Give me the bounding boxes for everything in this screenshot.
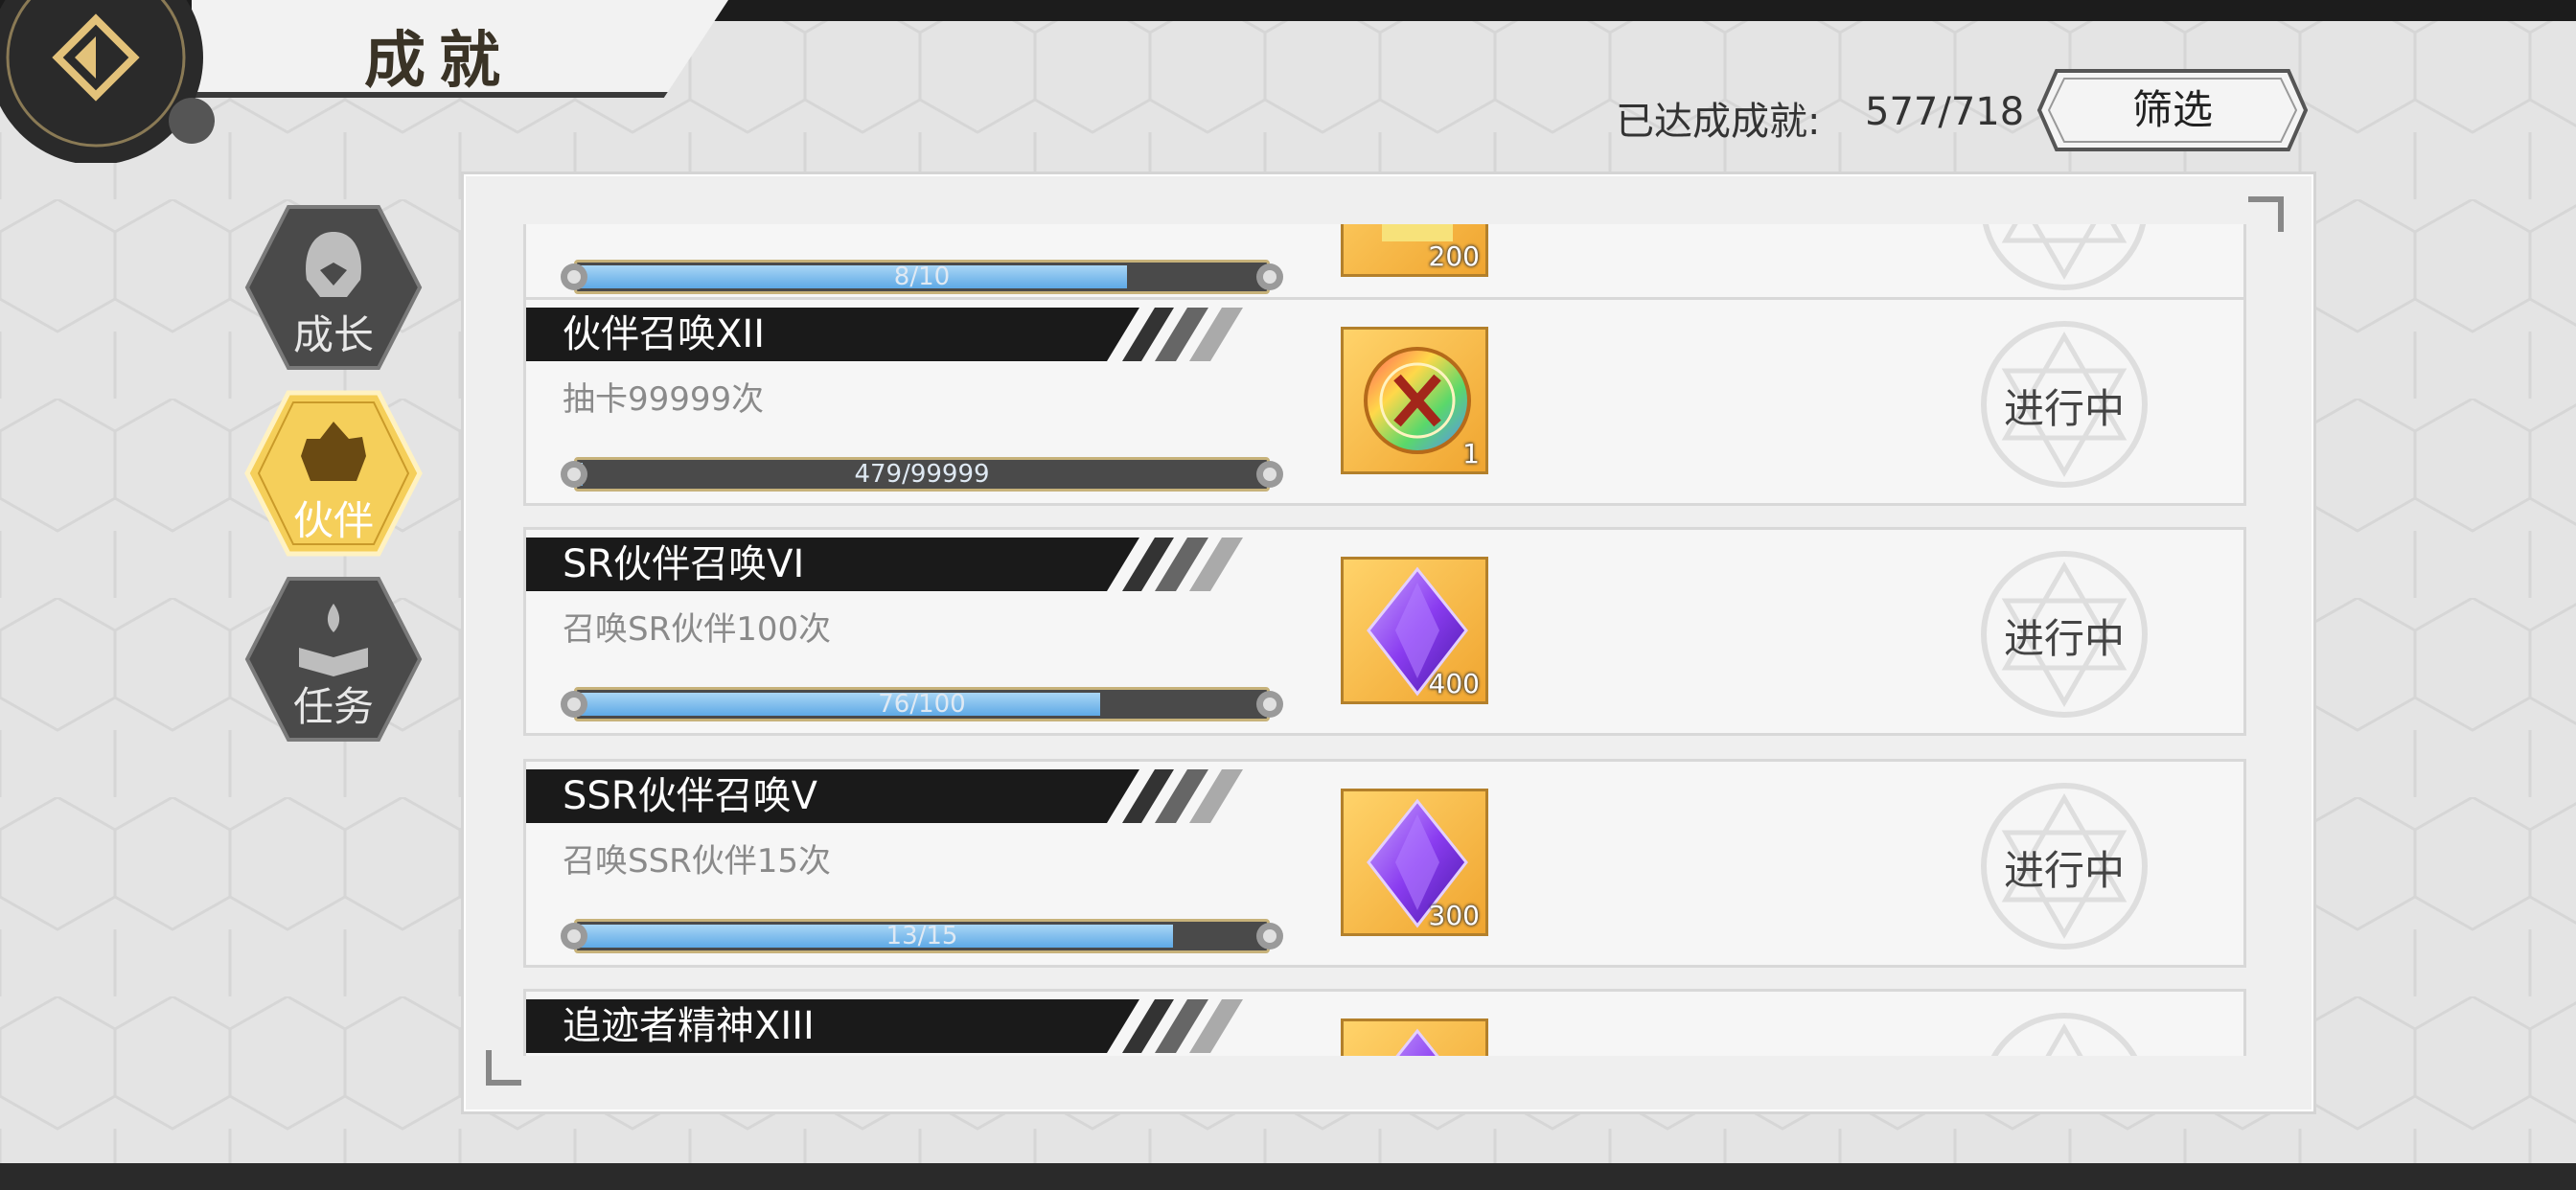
progress-bar: 13/15 [555, 915, 1289, 957]
achievement-title: 追迹者精神XIII [563, 1004, 815, 1048]
tab-label: 成长 [292, 311, 374, 358]
reward-item[interactable]: 400 [1341, 557, 1488, 704]
gear-cap-icon [561, 461, 587, 488]
tab-label: 伙伴 [292, 497, 374, 544]
bottom-bar [0, 1163, 2576, 1190]
progress-bar: 76/100 [555, 683, 1289, 725]
achievement-title: SSR伙伴召唤V [563, 774, 817, 818]
back-button[interactable] [0, 0, 230, 165]
purple-crystal-icon [1395, 1028, 1439, 1056]
filter-button[interactable]: 筛选 [2036, 67, 2310, 153]
progress-text: 13/15 [886, 922, 958, 950]
reward-quantity: 1 [1462, 438, 1480, 469]
tab-quests[interactable]: 任务 [243, 575, 424, 744]
gear-cap-icon [561, 923, 587, 950]
filter-label: 筛选 [2131, 86, 2213, 133]
progress-bar: 479/99999 [555, 453, 1289, 495]
tab-growth[interactable]: 成长 [243, 203, 424, 372]
achievement-card: 8/10 200 [523, 224, 2246, 309]
status-label: 进行中 [2003, 847, 2125, 894]
gear-cap-icon [1256, 691, 1283, 718]
progress-bar: 8/10 [555, 256, 1289, 298]
progress-text: 479/99999 [854, 460, 990, 489]
page-title: 成就 [364, 26, 514, 97]
reward-item[interactable]: 200 [1341, 224, 1488, 277]
reward-quantity: 200 [1428, 240, 1480, 272]
achieved-count-value: 577/718 [1865, 90, 2025, 134]
panel-corner-top-right [2248, 196, 2284, 232]
reward-item[interactable]: 1 [1341, 327, 1488, 474]
reward-quantity: 400 [1428, 668, 1480, 699]
gear-cap-icon [1256, 461, 1283, 488]
achievement-description: 抽卡99999次 [563, 380, 765, 419]
reward-item[interactable]: 300 [1341, 789, 1488, 936]
achievement-title: 伙伴召唤XII [563, 312, 765, 356]
panel-corner-bottom-left [486, 1050, 521, 1086]
achievement-title: SR伙伴召唤VI [563, 542, 805, 586]
achievement-description: 召唤SR伙伴100次 [563, 610, 832, 649]
back-arrow-icon [0, 0, 215, 165]
gear-cap-icon [1256, 923, 1283, 950]
status-label: 进行中 [2003, 385, 2125, 432]
achievement-list[interactable]: 8/10 200 伙伴召唤XII 抽卡99999次 479/99999 1 进行… [523, 224, 2246, 1056]
hexagram-emblem-icon [1990, 1013, 2138, 1056]
tab-label: 任务 [292, 683, 374, 730]
status-label: 进行中 [2003, 615, 2125, 662]
achievement-card: SR伙伴召唤VI 召唤SR伙伴100次 76/100 400 进行中 [523, 527, 2246, 736]
achieved-count-label: 已达成成就: [1616, 100, 1821, 144]
achievement-description: 召唤SSR伙伴15次 [563, 842, 832, 881]
tab-partners[interactable]: 伙伴 [243, 389, 424, 558]
gear-cap-icon [561, 263, 587, 290]
achievement-card: SSR伙伴召唤V 召唤SSR伙伴15次 13/15 300 进行中 [523, 759, 2246, 968]
progress-text: 76/100 [878, 690, 966, 719]
reward-item[interactable] [1341, 1018, 1488, 1056]
hexagram-emblem-icon [1982, 224, 2147, 290]
achievement-card: 追迹者精神XIII [523, 989, 2246, 1056]
gear-cap-icon [561, 691, 587, 718]
gear-cap-icon [1256, 263, 1283, 290]
achievement-card: 伙伴召唤XII 抽卡99999次 479/99999 1 进行中 [523, 297, 2246, 506]
progress-text: 8/10 [893, 263, 951, 291]
reward-quantity: 300 [1428, 900, 1480, 931]
